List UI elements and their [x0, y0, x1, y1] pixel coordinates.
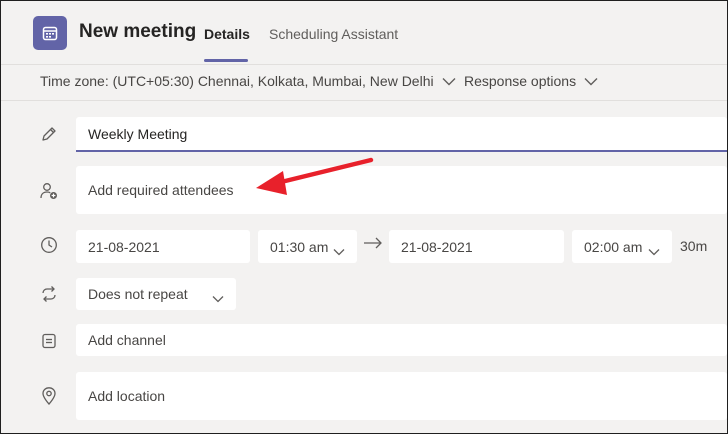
teams-new-meeting-window: New meeting Details Scheduling Assistant… — [0, 0, 728, 434]
annotation-arrow — [256, 157, 374, 195]
